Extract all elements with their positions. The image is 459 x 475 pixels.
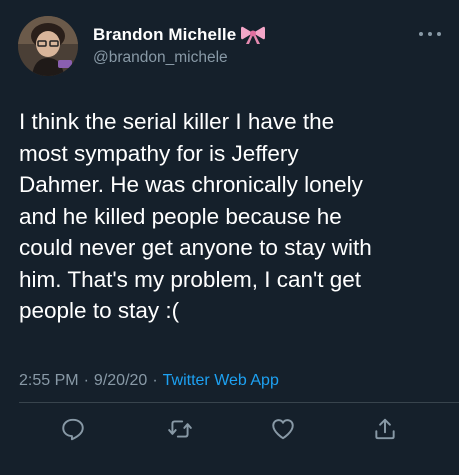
avatar-image (18, 16, 78, 76)
author-display-name[interactable]: Brandon Michelle (93, 25, 236, 45)
tweet-time[interactable]: 2:55 PM (19, 372, 79, 390)
tweet-text-line: him. That's my problem, I can't get (19, 266, 362, 292)
avatar[interactable] (18, 16, 78, 76)
tweet-card: Brandon Michelle @brandon_michele I thin… (0, 0, 459, 475)
share-button[interactable] (372, 416, 398, 442)
divider (19, 402, 459, 403)
reply-icon (62, 418, 84, 441)
tweet-text-line: Dahmer. He was chronically lonely (19, 172, 363, 197)
tweet-actions (0, 416, 459, 446)
author-name-row[interactable]: Brandon Michelle (93, 23, 266, 47)
retweet-button[interactable] (167, 416, 193, 442)
meta-separator: · (83, 372, 89, 389)
tweet-text: I think the serial killer I have the mos… (19, 106, 444, 327)
tweet-text-line: most sympathy for is Jeffery (19, 140, 299, 166)
tweet-meta: 2:55 PM · 9/20/20 · Twitter Web App (19, 372, 279, 390)
more-options-icon[interactable] (419, 26, 441, 42)
tweet-text-line: and he killed people because he (19, 203, 342, 229)
tweet-date[interactable]: 9/20/20 (94, 372, 147, 390)
bow-emoji-icon (241, 25, 266, 45)
tweet-text-line: I think the serial killer I have the (19, 109, 335, 134)
like-icon (272, 419, 294, 440)
tweet-text-line: people to stay :( (19, 298, 180, 323)
meta-separator: · (152, 372, 158, 389)
tweet-text-line: could never get anyone to stay with (19, 235, 372, 260)
share-icon (375, 418, 395, 440)
reply-button[interactable] (60, 416, 86, 442)
author-handle[interactable]: @brandon_michele (93, 49, 228, 67)
tweet-source-link[interactable]: Twitter Web App (163, 372, 279, 390)
retweet-icon (168, 420, 192, 438)
like-button[interactable] (270, 416, 296, 442)
